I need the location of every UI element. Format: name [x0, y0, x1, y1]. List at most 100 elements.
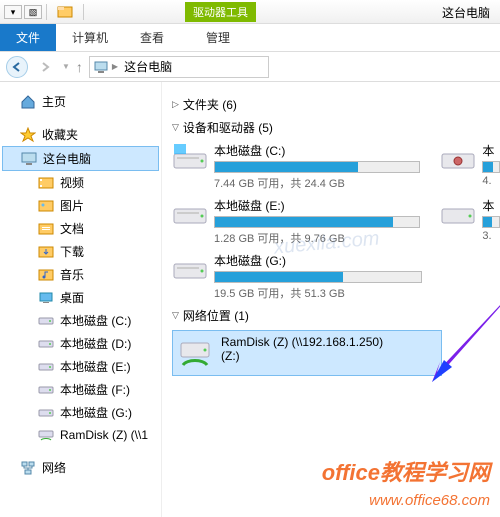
section-network[interactable]: ▽ 网络位置 (1)	[172, 307, 500, 324]
watermark: office教程学习网	[322, 455, 490, 487]
breadcrumb[interactable]: 这台电脑	[122, 58, 174, 75]
sidebar-label: 本地磁盘 (G:)	[60, 404, 132, 421]
collapse-icon: ▷	[172, 99, 179, 110]
usage-bar	[214, 216, 420, 228]
drive-f-partial[interactable]: 本 3.	[440, 197, 500, 246]
history-dropdown[interactable]: ▼	[62, 62, 70, 71]
sidebar-item-home[interactable]: 主页	[0, 90, 161, 113]
section-label: 文件夹 (6)	[183, 96, 237, 113]
pc-icon	[21, 151, 37, 167]
sidebar-item-music[interactable]: 音乐	[0, 263, 161, 286]
sidebar-label: RamDisk (Z) (\\1	[60, 428, 148, 442]
sidebar-label: 本地磁盘 (F:)	[60, 381, 130, 398]
drive-info: 本 3.	[482, 197, 500, 246]
sidebar-item-network[interactable]: 网络	[0, 456, 161, 479]
sidebar-label: 音乐	[60, 266, 84, 283]
nav-bar: ▼ ↑ ▶ 这台电脑	[0, 52, 500, 82]
drive-icon	[38, 313, 54, 329]
view-tab[interactable]: 查看	[124, 24, 180, 51]
desktop-icon	[38, 290, 54, 306]
drive-info: 本地磁盘 (C:) 7.44 GB 可用，共 24.4 GB	[214, 142, 420, 191]
explorer-icon	[57, 4, 73, 20]
music-icon	[38, 267, 54, 283]
drive-stat: 4.	[482, 175, 500, 187]
sidebar-label: 下载	[60, 243, 84, 260]
sidebar-item-drive-c[interactable]: 本地磁盘 (C:)	[0, 309, 161, 332]
drive-icon	[38, 359, 54, 375]
drive-c[interactable]: 本地磁盘 (C:) 7.44 GB 可用，共 24.4 GB	[172, 142, 420, 191]
ribbon: 文件 计算机 查看 管理	[0, 24, 500, 52]
sidebar-label: 收藏夹	[42, 126, 78, 143]
sidebar-label: 视频	[60, 174, 84, 191]
sidebar-item-drive-g[interactable]: 本地磁盘 (G:)	[0, 401, 161, 424]
section-label: 设备和驱动器 (5)	[183, 119, 273, 136]
sidebar-label: 本地磁盘 (C:)	[60, 312, 131, 329]
address-bar[interactable]: ▶ 这台电脑	[89, 56, 269, 78]
drive-row: 本地磁盘 (C:) 7.44 GB 可用，共 24.4 GB 本 4.	[172, 142, 500, 191]
chevron-right-icon[interactable]: ▶	[112, 62, 118, 71]
section-label: 网络位置 (1)	[183, 307, 249, 324]
drive-label: 本地磁盘 (E:)	[214, 197, 420, 214]
drive-stat: 19.5 GB 可用，共 51.3 GB	[214, 285, 422, 301]
usage-bar	[214, 271, 422, 283]
netdrive-label: RamDisk (Z) (\\192.168.1.250)	[221, 335, 437, 349]
drive-g[interactable]: 本地磁盘 (G:) 19.5 GB 可用，共 51.3 GB	[172, 252, 422, 301]
network-drive-ramdisk[interactable]: RamDisk (Z) (\\192.168.1.250) (Z:)	[172, 330, 442, 376]
drive-label: 本	[482, 197, 500, 214]
sidebar-item-drive-e[interactable]: 本地磁盘 (E:)	[0, 355, 161, 378]
picture-icon	[38, 198, 54, 214]
home-icon	[20, 94, 36, 110]
computer-tab[interactable]: 计算机	[56, 24, 124, 51]
sidebar-label: 这台电脑	[43, 150, 91, 167]
separator	[46, 4, 47, 20]
sidebar-item-videos[interactable]: 视频	[0, 171, 161, 194]
usage-bar	[214, 161, 420, 173]
drive-icon	[172, 252, 208, 288]
drive-info: 本 4.	[482, 142, 500, 191]
drive-d-partial[interactable]: 本 4.	[440, 142, 500, 191]
drive-icon	[440, 197, 476, 233]
qat-btn[interactable]: ▾	[4, 5, 22, 19]
watermark: www.office68.com	[369, 492, 490, 509]
sidebar-label: 本地磁盘 (D:)	[60, 335, 131, 352]
section-devices[interactable]: ▽ 设备和驱动器 (5)	[172, 119, 500, 136]
qat-btn[interactable]: ▧	[24, 5, 42, 19]
manage-tab[interactable]: 管理	[190, 24, 246, 51]
title-bar: ▾ ▧ 驱动器工具 这台电脑	[0, 0, 500, 24]
drive-icon	[440, 142, 476, 178]
sidebar-item-drive-d[interactable]: 本地磁盘 (D:)	[0, 332, 161, 355]
sidebar-item-drive-f[interactable]: 本地磁盘 (F:)	[0, 378, 161, 401]
drive-icon	[172, 197, 208, 233]
network-icon	[20, 460, 36, 476]
drive-icon	[38, 382, 54, 398]
up-button[interactable]: ↑	[76, 59, 83, 75]
forward-button[interactable]	[34, 56, 56, 78]
contextual-tab[interactable]: 驱动器工具	[185, 2, 256, 22]
expand-icon: ▽	[172, 310, 179, 321]
sidebar-item-downloads[interactable]: 下载	[0, 240, 161, 263]
drive-icon	[38, 405, 54, 421]
content-pane: ▷ 文件夹 (6) ▽ 设备和驱动器 (5) 本地磁盘 (C:) 7.44 GB…	[162, 82, 500, 517]
netdrive-sub: (Z:)	[221, 349, 437, 363]
drive-label: 本	[482, 142, 500, 159]
sidebar-item-favorites[interactable]: 收藏夹	[0, 123, 161, 146]
sidebar-label: 主页	[42, 93, 66, 110]
sidebar-item-pictures[interactable]: 图片	[0, 194, 161, 217]
netdrive-icon	[38, 427, 54, 443]
drive-stat: 3.	[482, 230, 500, 242]
sidebar-item-thispc[interactable]: 这台电脑	[2, 146, 159, 171]
separator	[83, 4, 84, 20]
sidebar-item-ramdisk[interactable]: RamDisk (Z) (\\1	[0, 424, 161, 446]
file-tab[interactable]: 文件	[0, 24, 56, 51]
netdrive-info: RamDisk (Z) (\\192.168.1.250) (Z:)	[221, 335, 437, 371]
sidebar-item-documents[interactable]: 文档	[0, 217, 161, 240]
sidebar-item-desktop[interactable]: 桌面	[0, 286, 161, 309]
document-icon	[38, 221, 54, 237]
section-folders[interactable]: ▷ 文件夹 (6)	[172, 96, 500, 113]
back-button[interactable]	[6, 56, 28, 78]
drive-stat: 7.44 GB 可用，共 24.4 GB	[214, 175, 420, 191]
drive-icon	[38, 336, 54, 352]
pc-icon	[94, 60, 108, 74]
body: 主页 收藏夹 这台电脑 视频 图片 文档 下载 音乐 桌面 本地磁盘 (C:) …	[0, 82, 500, 517]
drive-row: 本地磁盘 (G:) 19.5 GB 可用，共 51.3 GB	[172, 252, 500, 301]
